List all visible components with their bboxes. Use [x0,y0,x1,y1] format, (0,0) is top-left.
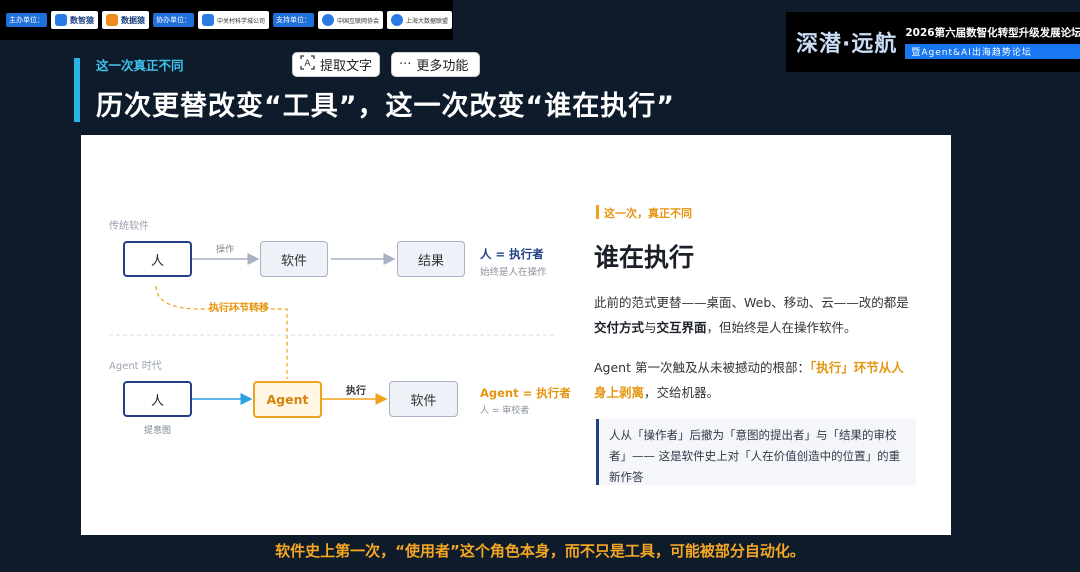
agent-role-label: Agent = 执行者 [480,386,571,400]
logo-mark-icon [106,14,118,26]
more-functions-button[interactable]: ··· 更多功能 [391,52,480,77]
right-kicker-bar [596,205,599,219]
quote-box: 人从「操作者」后撤为「意图的提出者」与「结果的审校者」—— 这是软件史上对「人在… [596,419,916,485]
accent-bar [74,58,80,122]
operate-label: 操作 [216,245,235,255]
page-title: 历次更替改变“工具”，这一次改变“谁在执行” [96,91,675,122]
support-logo-1: 中国互联网协会 [318,11,384,29]
forum-banner: 深潜·远航 2026第六届数智化转型升级发展论坛 暨Agent&AI出海趋势论坛 [786,12,1080,72]
agent-software-box: 软件 [389,381,458,417]
forum-info: 2026第六届数智化转型升级发展论坛 暨Agent&AI出海趋势论坛 [905,25,1080,59]
intent-label: 提意图 [144,426,172,436]
right-title: 谁在执行 [594,243,695,272]
cohost-logo: 中关村科学城公司 [198,11,270,29]
paragraph-agent-root: Agent 第一次触及从未被撼动的根部：「执行」环节从人身上剥离，交给机器。 [594,360,904,400]
software-box: 软件 [260,241,328,277]
result-box: 结果 [397,241,465,277]
right-kicker: 这一次，真正不同 [604,207,692,220]
logo-mark-icon [202,14,214,26]
support-logo-2: 上海大数据联盟 [387,11,453,29]
role-executor-sub: 始终是人在操作 [480,267,547,278]
agent-box: Agent [253,381,322,418]
logo-mark-icon [391,14,404,26]
extract-text-button[interactable]: A 提取文字 [292,52,380,77]
execute-label: 执行 [346,386,366,397]
more-functions-label: 更多功能 [416,59,469,74]
slide-kicker: 这一次真正不同 [96,58,184,73]
person-box: 人 [123,241,192,277]
support-label: 支持单位： [273,13,315,27]
host-logo-2: 数据猿 [102,11,149,29]
text-scan-icon: A [300,55,315,74]
svg-text:A: A [304,59,311,69]
transfer-label: 执行环节转移 [209,303,269,314]
forum-brand: 深潜·远航 [796,32,898,57]
more-dots-icon: ··· [399,57,412,72]
logo-mark-icon [55,14,67,26]
host-logo-1: 数智猿 [51,11,98,29]
traditional-section-label: 传统软件 [109,221,149,232]
quote-text: 人从「操作者」后撤为「意图的提出者」与「结果的审校者」—— 这是软件史上对「人在… [609,428,901,484]
agent-role-sub: 人 = 审校者 [480,406,530,416]
agent-era-section-label: Agent 时代 [109,361,162,372]
subtitle-caption: 软件史上第一次，“使用者”这个角色本身，而不只是工具，可能被部分自动化。 [275,542,805,560]
cohost-label: 协办单位： [153,13,194,27]
role-executor-label: 人 = 执行者 [480,247,544,261]
extract-text-label: 提取文字 [320,59,373,74]
host-label: 主办单位： [6,13,47,27]
logo-mark-icon [322,14,335,26]
paragraph-paradigm: 此前的范式更替——桌面、Web、移动、云——改的都是交付方式与交互界面，但始终是… [594,295,909,335]
agent-era-person-box: 人 [123,381,192,417]
forum-title: 2026第六届数智化转型升级发展论坛 [905,27,1080,39]
forum-subtitle: 暨Agent&AI出海趋势论坛 [905,44,1080,59]
slide-canvas: 传统软件 人 操作 软件 结果 人 = 执行者 始终是人在操作 执行环节转移 A… [81,135,951,535]
sponsor-strip: 主办单位： 数智猿 数据猿 协办单位： 中关村科学城公司 支持单位： 中国互联网… [0,0,453,40]
